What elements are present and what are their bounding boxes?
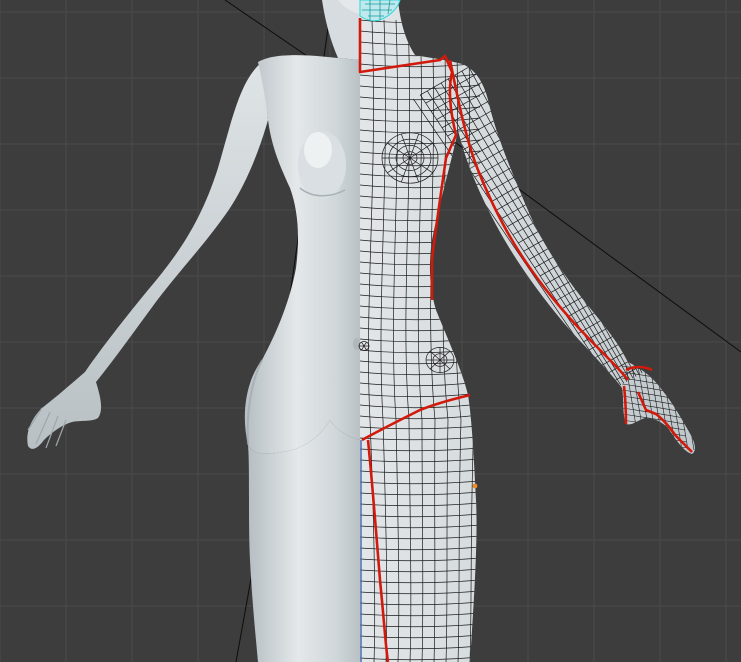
- chest-left-highlight: [304, 132, 332, 168]
- selected-vertex[interactable]: [472, 483, 478, 489]
- left-leg-shaded: [248, 420, 360, 662]
- 3d-viewport[interactable]: [0, 0, 741, 662]
- hip-pole: [425, 347, 455, 373]
- viewport-scene[interactable]: [0, 0, 741, 662]
